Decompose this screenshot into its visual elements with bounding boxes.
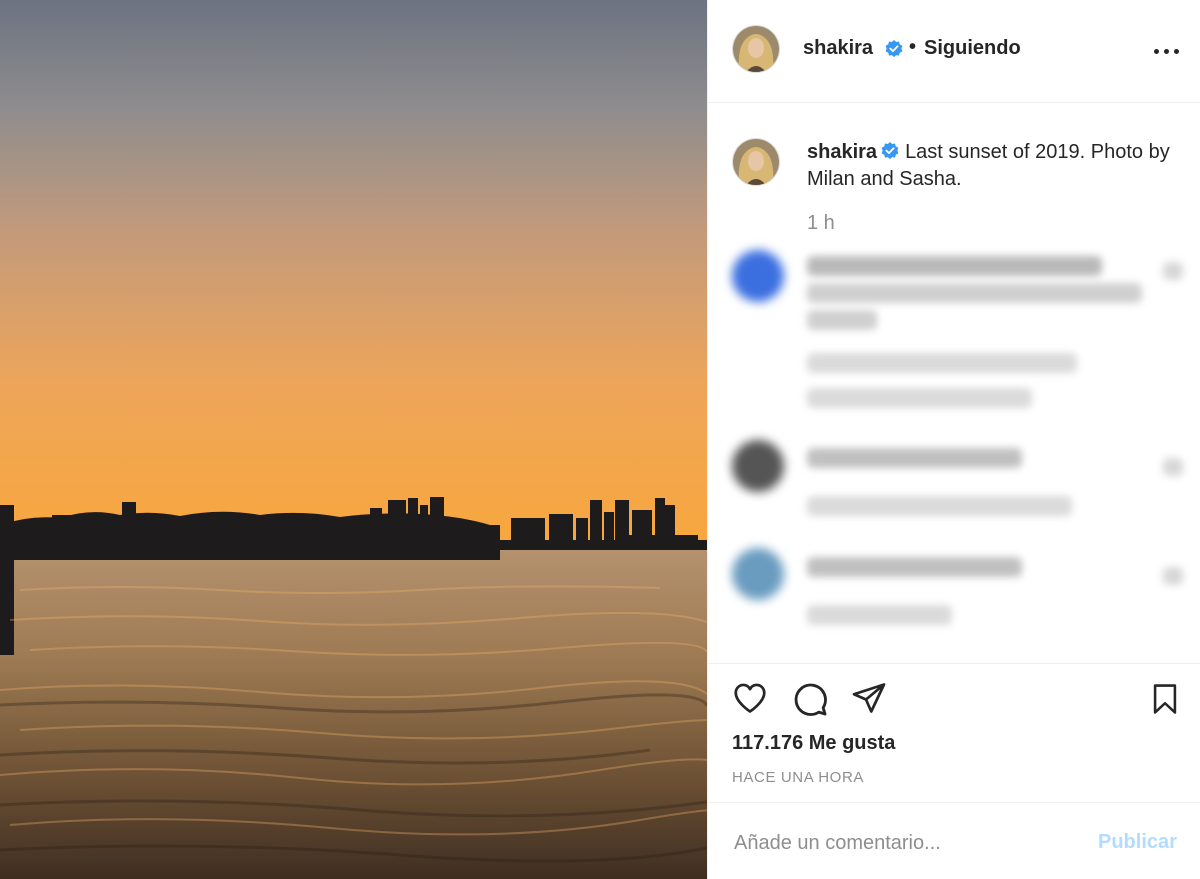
post-header: shakira • Siguiendo <box>708 0 1200 103</box>
author-username[interactable]: shakira <box>803 37 873 60</box>
comment-like-icon[interactable] <box>1163 458 1183 476</box>
comment-text-blurred <box>807 256 1102 276</box>
caption-text: shakira Last sunset of 2019. Photo by Mil… <box>807 139 1187 193</box>
verified-badge-icon <box>885 40 903 58</box>
comment-like-icon[interactable] <box>1163 567 1183 585</box>
post-actions: 117.176 Me gusta HACE UNA HORA <box>708 663 1200 802</box>
author-avatar[interactable] <box>732 25 780 73</box>
likes-count[interactable]: 117.176 Me gusta <box>732 732 895 755</box>
comment-text-blurred <box>807 557 1022 577</box>
verified-badge-icon <box>881 142 899 160</box>
comment-text-blurred <box>807 310 877 330</box>
comment-icon[interactable] <box>791 680 829 718</box>
share-icon[interactable] <box>850 680 888 716</box>
post-sidebar: shakira • Siguiendo shakira Last sunset … <box>707 0 1200 879</box>
caption-time[interactable]: 1 h <box>807 212 835 235</box>
comment-avatar[interactable] <box>732 548 784 600</box>
post-timestamp[interactable]: HACE UNA HORA <box>732 769 864 786</box>
heart-icon[interactable] <box>731 680 769 716</box>
separator-dot: • <box>909 36 917 58</box>
comment-text-blurred <box>807 283 1142 303</box>
avatar-image <box>733 26 779 72</box>
comment-text-blurred <box>807 448 1022 468</box>
post-photo[interactable] <box>0 0 707 879</box>
comment-like-icon[interactable] <box>1163 262 1183 280</box>
bookmark-icon[interactable] <box>1148 680 1182 718</box>
comment-input[interactable] <box>732 825 1076 861</box>
avatar-image <box>733 139 779 185</box>
comment-replies-blurred <box>807 388 1032 408</box>
instagram-post: shakira • Siguiendo shakira Last sunset … <box>0 0 1200 879</box>
caption-username[interactable]: shakira <box>807 141 877 163</box>
comment-meta-blurred <box>807 496 1072 516</box>
sunset-skyline-image <box>0 0 707 879</box>
comment-avatar[interactable] <box>732 250 784 302</box>
caption-avatar[interactable] <box>732 138 780 186</box>
add-comment-bar: Publicar <box>708 802 1200 879</box>
following-button[interactable]: Siguiendo <box>924 37 1021 60</box>
comment-meta-blurred <box>807 353 1077 373</box>
comment-avatar[interactable] <box>732 440 784 492</box>
comment-meta-blurred <box>807 605 952 625</box>
more-options-icon[interactable] <box>1152 38 1182 62</box>
publish-button[interactable]: Publicar <box>1098 831 1177 854</box>
